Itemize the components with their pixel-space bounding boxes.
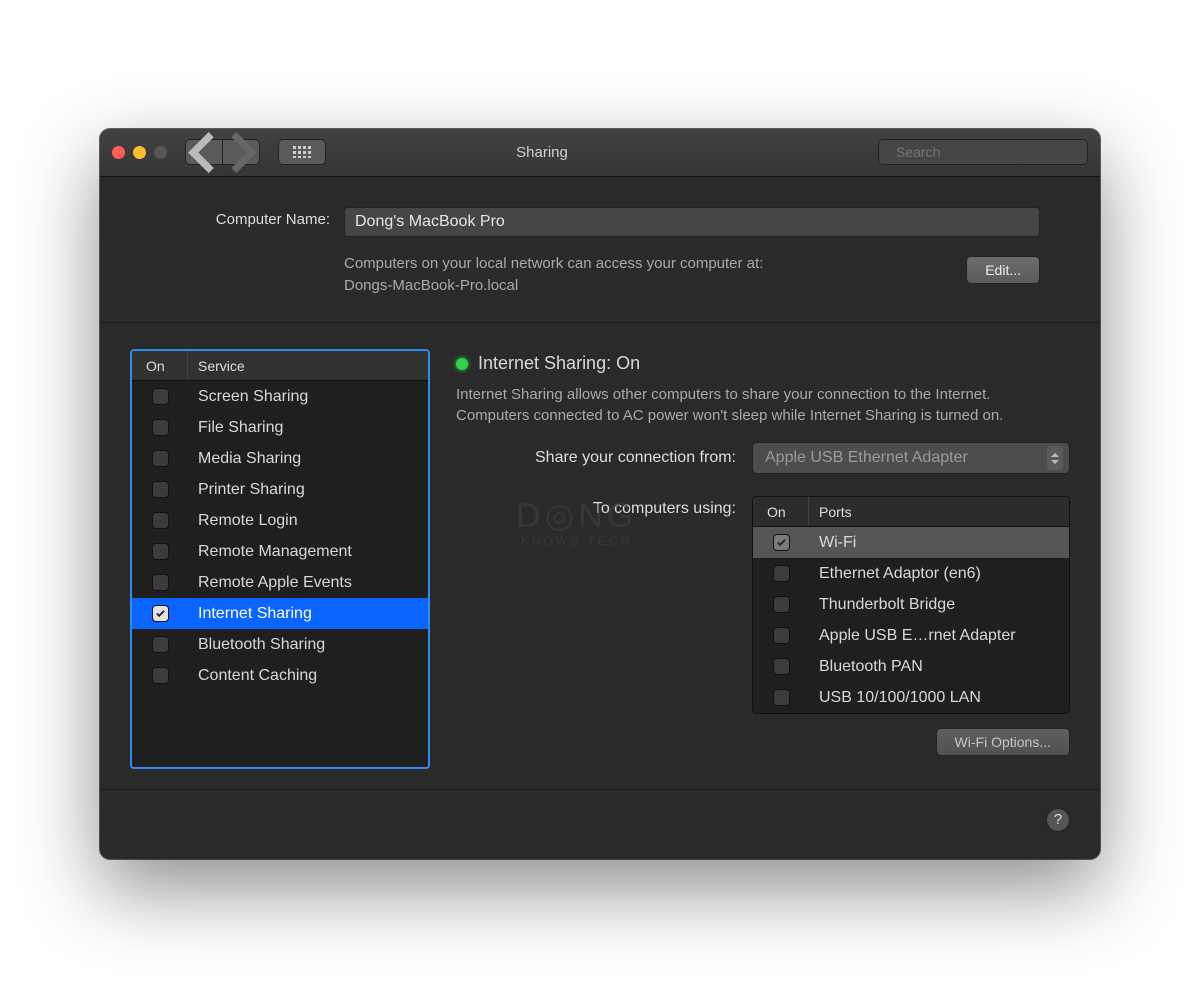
port-row[interactable]: Apple USB E…rnet Adapter — [753, 620, 1069, 651]
computer-name-field[interactable]: Dong's MacBook Pro — [344, 207, 1040, 237]
service-row[interactable]: Screen Sharing — [132, 381, 428, 412]
service-label: Printer Sharing — [188, 481, 428, 499]
checkbox[interactable] — [773, 627, 790, 644]
services-header-on: On — [132, 351, 188, 380]
checkbox[interactable] — [152, 543, 169, 560]
preferences-window: Sharing Computer Name: Dong's MacBook Pr… — [100, 129, 1100, 860]
footer: ? — [100, 789, 1100, 859]
ports-header: On Ports — [753, 497, 1069, 527]
service-row[interactable]: Bluetooth Sharing — [132, 629, 428, 660]
service-label: Content Caching — [188, 667, 428, 685]
checkbox[interactable] — [773, 596, 790, 613]
computer-name-value: Dong's MacBook Pro — [355, 213, 505, 231]
port-row[interactable]: Thunderbolt Bridge — [753, 589, 1069, 620]
checkbox[interactable] — [773, 658, 790, 675]
checkbox[interactable] — [152, 450, 169, 467]
services-list[interactable]: On Service Screen Sharing File Sharing Med… — [130, 349, 430, 769]
share-from-value: Apple USB Ethernet Adapter — [765, 449, 968, 467]
ports-header-on: On — [753, 497, 809, 526]
service-label: Remote Management — [188, 543, 428, 561]
service-row[interactable]: Remote Management — [132, 536, 428, 567]
service-label: Internet Sharing — [188, 605, 428, 623]
port-row[interactable]: Wi-Fi — [753, 527, 1069, 558]
port-label: Apple USB E…rnet Adapter — [809, 627, 1069, 645]
help-button[interactable]: ? — [1046, 808, 1070, 832]
checkmark-icon — [776, 537, 787, 548]
port-label: Thunderbolt Bridge — [809, 596, 1069, 614]
service-label: Remote Login — [188, 512, 428, 530]
ports-header-ports: Ports — [809, 497, 1069, 526]
service-row[interactable]: Internet Sharing — [132, 598, 428, 629]
service-description: Internet Sharing allows other computers … — [456, 384, 1016, 426]
port-row[interactable]: USB 10/100/1000 LAN — [753, 682, 1069, 713]
port-row[interactable]: Ethernet Adaptor (en6) — [753, 558, 1069, 589]
hostname-text: Dongs-MacBook-Pro.local — [344, 277, 518, 294]
window-title: Sharing — [216, 144, 868, 161]
port-label: USB 10/100/1000 LAN — [809, 689, 1069, 707]
service-label: File Sharing — [188, 419, 428, 437]
service-row[interactable]: Remote Login — [132, 505, 428, 536]
status-indicator-icon — [456, 358, 468, 370]
services-header: On Service — [132, 351, 428, 381]
wifi-options-button[interactable]: Wi-Fi Options... — [936, 728, 1070, 756]
checkbox[interactable] — [152, 419, 169, 436]
close-icon[interactable] — [112, 146, 125, 159]
window-controls — [112, 146, 167, 159]
titlebar: Sharing — [100, 129, 1100, 177]
minimize-icon[interactable] — [133, 146, 146, 159]
share-from-popup[interactable]: Apple USB Ethernet Adapter — [752, 442, 1070, 474]
service-row[interactable]: Media Sharing — [132, 443, 428, 474]
checkbox[interactable] — [152, 388, 169, 405]
status-title: Internet Sharing: On — [478, 353, 640, 374]
access-text: Computers on your local network can acce… — [344, 255, 763, 272]
service-row[interactable]: Content Caching — [132, 660, 428, 691]
computer-name-section: Computer Name: Dong's MacBook Pro Comput… — [100, 177, 1100, 324]
checkbox[interactable] — [773, 565, 790, 582]
search-input[interactable] — [894, 143, 1079, 161]
port-label: Wi-Fi — [809, 534, 1069, 552]
updown-arrows-icon — [1047, 446, 1063, 470]
checkbox[interactable] — [773, 689, 790, 706]
service-label: Bluetooth Sharing — [188, 636, 428, 654]
to-computers-label: To computers using: — [456, 496, 736, 518]
search-field[interactable] — [878, 139, 1088, 165]
service-row[interactable]: Remote Apple Events — [132, 567, 428, 598]
service-row[interactable]: File Sharing — [132, 412, 428, 443]
port-label: Bluetooth PAN — [809, 658, 1069, 676]
checkbox[interactable] — [152, 667, 169, 684]
service-label: Media Sharing — [188, 450, 428, 468]
edit-button[interactable]: Edit... — [966, 256, 1040, 284]
main-content: On Service Screen Sharing File Sharing Med… — [100, 323, 1100, 789]
port-label: Ethernet Adaptor (en6) — [809, 565, 1069, 583]
ports-list[interactable]: On Ports Wi-Fi Ethernet Adaptor (en6) Thun… — [752, 496, 1070, 714]
service-label: Remote Apple Events — [188, 574, 428, 592]
computer-name-label: Computer Name: — [160, 207, 330, 228]
checkbox[interactable] — [773, 534, 790, 551]
share-from-label: Share your connection from: — [456, 449, 736, 467]
port-row[interactable]: Bluetooth PAN — [753, 651, 1069, 682]
search-icon — [887, 145, 888, 159]
checkmark-icon — [155, 608, 166, 619]
service-label: Screen Sharing — [188, 388, 428, 406]
service-row[interactable]: Printer Sharing — [132, 474, 428, 505]
checkbox[interactable] — [152, 574, 169, 591]
maximize-icon[interactable] — [154, 146, 167, 159]
service-detail: D◎NGKNOWS TECH Internet Sharing: On Inte… — [456, 349, 1070, 769]
checkbox[interactable] — [152, 605, 169, 622]
services-header-service: Service — [188, 351, 428, 380]
checkbox[interactable] — [152, 481, 169, 498]
checkbox[interactable] — [152, 636, 169, 653]
checkbox[interactable] — [152, 512, 169, 529]
